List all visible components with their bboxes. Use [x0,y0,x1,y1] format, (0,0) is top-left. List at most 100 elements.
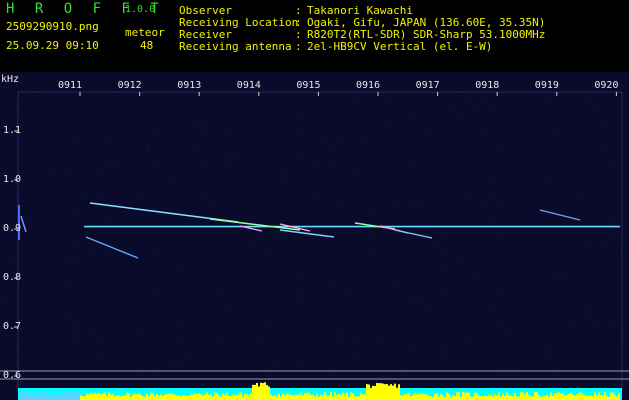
power-bar [256,382,258,400]
noise-dot [574,214,576,216]
noise-dot [116,135,118,137]
power-bar [104,392,106,400]
noise-dot [394,358,396,360]
noise-dot [359,130,361,132]
noise-dot [58,116,60,118]
power-bar [206,392,208,400]
power-bar [328,395,330,400]
noise-dot [345,181,347,183]
noise-dot [236,212,238,214]
noise-dot [437,233,439,234]
power-bar [142,396,144,400]
noise-dot [203,123,205,125]
noise-dot [295,344,296,346]
noise-dot [420,162,421,164]
noise-dot [282,174,284,176]
power-bar [356,396,358,400]
power-bar [462,392,464,400]
noise-dot [476,334,478,336]
power-bar [404,394,406,400]
noise-dot [593,341,595,343]
noise-dot [454,119,456,121]
noise-dot [501,310,503,312]
noise-dot [57,354,59,356]
noise-dot [60,252,62,254]
noise-dot [59,363,61,364]
noise-dot [183,223,185,225]
noise-dot [209,262,211,264]
power-bar [362,394,364,400]
noise-dot [415,257,417,259]
noise-dot [588,312,590,313]
noise-dot [31,328,33,330]
power-bar [578,393,580,400]
noise-dot [212,115,214,117]
noise-dot [118,360,120,362]
noise-dot [464,279,465,281]
noise-dot [391,101,393,103]
noise-dot [151,104,153,105]
noise-dot [114,233,116,235]
noise-dot [502,199,504,201]
noise-dot [547,354,549,356]
power-bar [32,392,34,400]
x-tick-label: 0915 [296,80,321,91]
noise-dot [480,142,482,144]
power-bar [612,392,614,400]
noise-dot [240,331,242,333]
noise-dot [77,276,79,278]
noise-dot [179,294,181,296]
noise-dot [569,100,571,102]
noise-dot [585,355,587,357]
noise-dot [438,141,440,143]
noise-dot [276,239,278,241]
noise-dot [174,360,176,362]
noise-dot [589,242,591,243]
noise-dot [410,203,412,205]
noise-dot [338,272,340,274]
noise-dot [209,176,211,178]
noise-dot [225,211,227,212]
power-bar [196,394,198,400]
noise-dot [29,114,31,116]
noise-dot [248,194,250,196]
noise-dot [415,302,417,303]
noise-dot [119,227,121,229]
noise-dot [338,336,340,338]
power-bar [408,392,410,400]
noise-dot [29,341,31,343]
noise-dot [592,321,594,323]
noise-dot [480,128,482,130]
noise-dot [188,322,190,324]
noise-dot [55,238,57,240]
noise-dot [562,288,564,290]
noise-dot [539,318,541,320]
power-bar [400,395,402,400]
noise-dot [377,342,379,344]
noise-dot [72,348,74,350]
noise-dot [217,351,218,353]
noise-dot [31,125,33,127]
noise-dot [535,107,537,109]
noise-dot [506,97,508,99]
noise-dot [171,363,173,365]
noise-dot [579,238,581,240]
noise-dot [467,99,469,101]
noise-dot [49,170,51,172]
noise-dot [408,154,410,156]
power-bar [508,394,510,400]
noise-dot [69,314,71,316]
noise-dot [417,174,419,176]
noise-dot [73,240,75,242]
noise-dot [318,195,320,197]
x-tick-label: 0912 [117,80,142,91]
noise-dot [570,262,571,264]
noise-dot [322,156,324,158]
noise-dot [440,269,442,271]
noise-dot [253,216,255,218]
noise-dot [385,204,387,206]
noise-dot [67,188,69,190]
noise-dot [602,219,603,220]
noise-dot [66,221,68,223]
noise-dot [110,138,112,139]
